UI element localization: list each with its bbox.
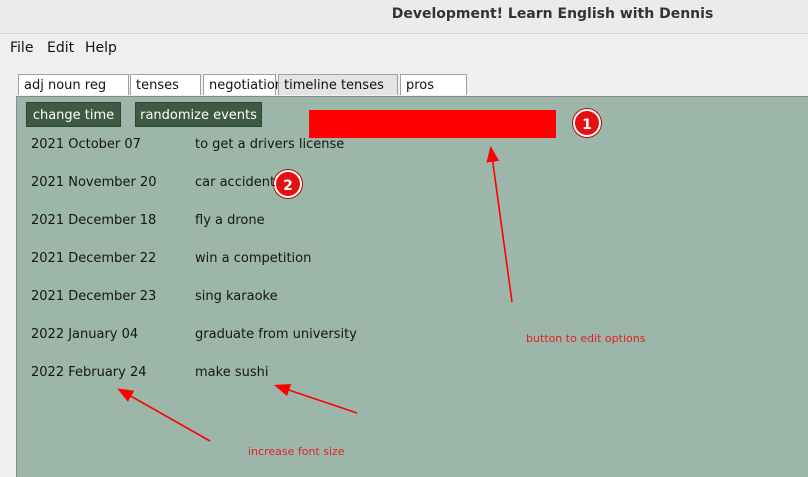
menu-file[interactable]: File bbox=[10, 40, 33, 56]
window-title: Development! Learn English with Dennis bbox=[391, 6, 714, 22]
menu-bar: File Edit Help bbox=[0, 34, 808, 62]
title-bar: Development! Learn English with Dennis bbox=[0, 0, 808, 34]
timeline-panel: change time randomize events 1 2 2021 Oc… bbox=[16, 96, 808, 477]
tab-negotiation[interactable]: negotiation bbox=[203, 74, 283, 95]
tab-adj-noun-reg-verb[interactable]: adj noun reg verb bbox=[18, 74, 129, 114]
arrow-to-highlight bbox=[486, 145, 513, 303]
tab-tenses[interactable]: tenses tab bbox=[130, 74, 201, 114]
menu-help[interactable]: Help bbox=[85, 40, 117, 56]
annotation-arrows bbox=[117, 145, 513, 442]
tab-pros-cons[interactable]: pros cons bbox=[400, 74, 467, 114]
tab-timeline-tenses[interactable]: timeline tenses tab bbox=[278, 74, 398, 114]
arrow-to-date bbox=[117, 388, 211, 442]
menu-edit[interactable]: Edit bbox=[47, 40, 74, 56]
arrow-to-event bbox=[273, 384, 358, 414]
